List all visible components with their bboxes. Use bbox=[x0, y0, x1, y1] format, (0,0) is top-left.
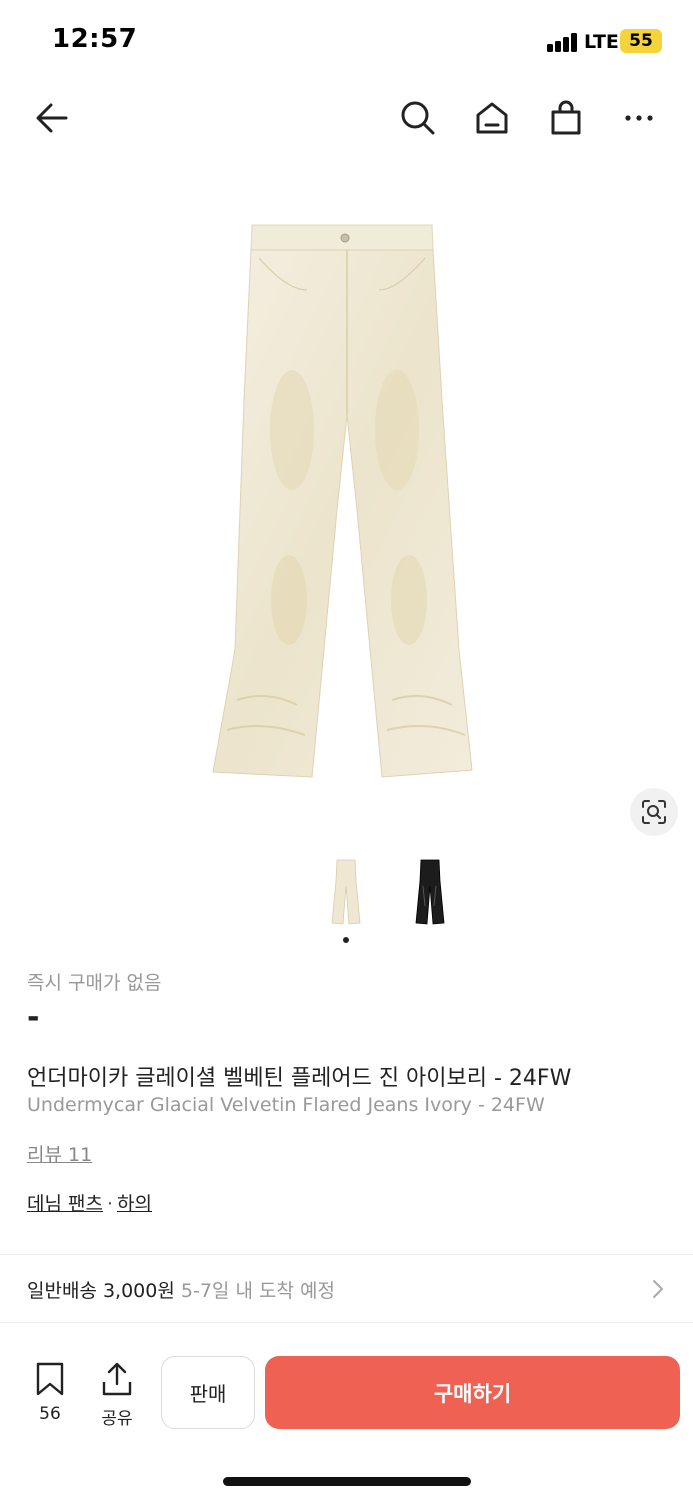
category-denim-pants[interactable]: 데님 팬츠 bbox=[27, 1193, 103, 1215]
share-icon bbox=[102, 1362, 132, 1396]
more-button[interactable] bbox=[617, 96, 661, 140]
jeans-image bbox=[211, 224, 473, 778]
signal-icon bbox=[547, 32, 579, 52]
divider bbox=[0, 1322, 693, 1323]
thumbnail-ivory-image bbox=[331, 859, 361, 925]
shipping-row[interactable]: 일반배송 3,000원 5-7일 내 도착 예정 bbox=[0, 1256, 693, 1322]
chevron-right-icon bbox=[653, 1280, 663, 1298]
product-title-ko: 언더마이카 글레이셜 벨베틴 플레어드 진 아이보리 - 24FW bbox=[27, 1066, 572, 1091]
battery-level: 55 bbox=[629, 31, 653, 51]
cart-button[interactable] bbox=[544, 96, 588, 140]
bottom-action-bar: 56 공유 판매 구매하기 bbox=[0, 1340, 693, 1440]
arrow-left-icon bbox=[36, 103, 68, 133]
network-label: LTE bbox=[584, 31, 619, 53]
home-indicator bbox=[223, 1477, 471, 1486]
bookmark-button[interactable]: 56 bbox=[25, 1362, 75, 1424]
home-button[interactable] bbox=[470, 96, 514, 140]
home-icon bbox=[476, 102, 508, 134]
shipping-eta: 5-7일 내 도착 예정 bbox=[180, 1280, 335, 1302]
lens-scan-icon bbox=[642, 800, 666, 824]
category-separator: · bbox=[106, 1193, 114, 1215]
thumbnail-ivory[interactable] bbox=[321, 856, 371, 930]
share-button[interactable]: 공유 bbox=[92, 1362, 142, 1429]
sell-button[interactable]: 판매 bbox=[161, 1356, 255, 1429]
bookmark-count: 56 bbox=[39, 1404, 61, 1424]
shopping-bag-icon bbox=[551, 100, 581, 135]
battery-icon: 55 bbox=[620, 29, 662, 53]
bookmark-icon bbox=[36, 1362, 64, 1396]
image-search-button[interactable] bbox=[630, 788, 678, 836]
back-button[interactable] bbox=[30, 96, 74, 140]
more-icon bbox=[625, 115, 653, 121]
category-breadcrumb: 데님 팬츠 · 하의 bbox=[27, 1189, 152, 1216]
buy-button[interactable]: 구매하기 bbox=[265, 1356, 680, 1429]
status-bar: 12:57 LTE 55 bbox=[0, 0, 693, 80]
status-time: 12:57 bbox=[52, 24, 138, 54]
search-icon bbox=[401, 101, 435, 135]
price: - bbox=[27, 1000, 40, 1035]
thumbnail-strip bbox=[0, 856, 693, 936]
shipping-label: 일반배송 3,000원 bbox=[27, 1280, 175, 1302]
category-bottoms[interactable]: 하의 bbox=[117, 1193, 152, 1215]
shipping-text: 일반배송 3,000원 5-7일 내 도착 예정 bbox=[27, 1276, 335, 1303]
product-image[interactable] bbox=[0, 180, 693, 830]
share-label: 공유 bbox=[101, 1409, 133, 1429]
divider bbox=[0, 1254, 693, 1255]
search-button[interactable] bbox=[396, 96, 440, 140]
thumbnail-black[interactable] bbox=[405, 856, 455, 930]
product-title-en: Undermycar Glacial Velvetin Flared Jeans… bbox=[27, 1094, 545, 1116]
instant-buy-status: 즉시 구매가 없음 bbox=[27, 972, 162, 994]
nav-bar bbox=[0, 80, 693, 156]
review-link[interactable]: 리뷰 11 bbox=[27, 1140, 92, 1167]
thumbnail-black-image bbox=[415, 859, 445, 925]
carousel-indicator bbox=[343, 937, 349, 943]
